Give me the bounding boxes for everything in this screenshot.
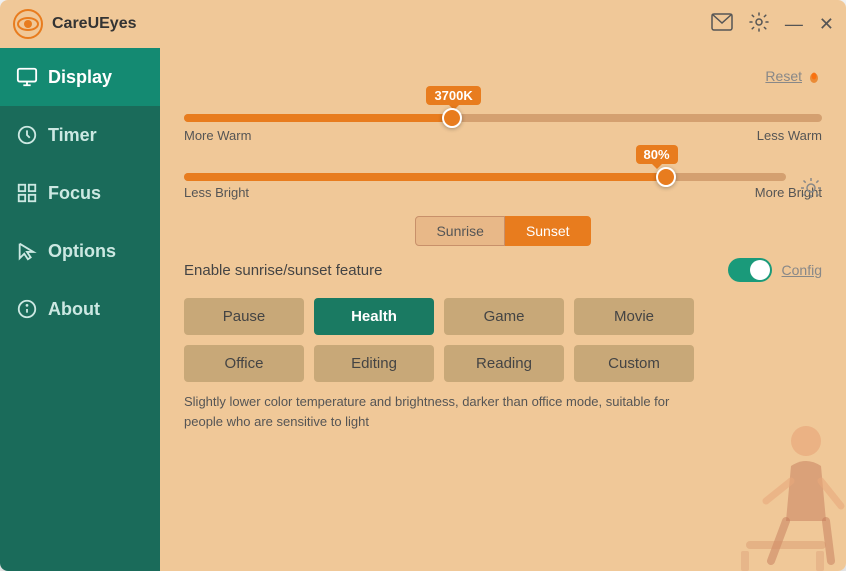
app-title: CareUEyes xyxy=(52,15,711,33)
reset-button[interactable]: Reset xyxy=(765,68,822,84)
minimize-icon[interactable]: — xyxy=(785,14,803,35)
sidebar-label-options: Options xyxy=(48,241,116,262)
config-link[interactable]: Config xyxy=(782,262,822,278)
clock-icon xyxy=(16,124,38,146)
mode-description: Slightly lower color temperature and bri… xyxy=(184,392,704,431)
sidebar-item-options[interactable]: Options xyxy=(0,222,160,280)
temp-label-left: More Warm xyxy=(184,128,251,143)
mode-btn-health[interactable]: Health xyxy=(314,298,434,335)
app-window: CareUEyes — ✕ Display Timer xyxy=(0,0,846,571)
temperature-labels: More Warm Less Warm xyxy=(184,128,822,143)
close-icon[interactable]: ✕ xyxy=(819,14,834,35)
sunrise-sunset-tabs: Sunrise Sunset xyxy=(184,216,822,246)
brightness-fill xyxy=(184,173,666,181)
brightness-labels: Less Bright More Bright xyxy=(184,185,822,200)
brightness-thumb[interactable] xyxy=(656,167,676,187)
app-logo xyxy=(12,8,44,40)
temp-label-right: Less Warm xyxy=(757,128,822,143)
brightness-tooltip: 80% xyxy=(636,145,678,164)
decorative-figure xyxy=(726,411,846,571)
mode-btn-reading[interactable]: Reading xyxy=(444,345,564,382)
toggle-switch[interactable] xyxy=(728,258,772,282)
sidebar-label-about: About xyxy=(48,299,100,320)
temperature-section: 3700K More Warm Less Warm xyxy=(184,114,822,143)
window-controls: — ✕ xyxy=(711,12,834,37)
mode-btn-editing[interactable]: Editing xyxy=(314,345,434,382)
sidebar: Display Timer Focus Options About xyxy=(0,48,160,571)
content-area: Reset 3700K More Warm Less Warm xyxy=(160,48,846,571)
sidebar-item-about[interactable]: About xyxy=(0,280,160,338)
bright-label-left: Less Bright xyxy=(184,185,249,200)
monitor-icon xyxy=(16,66,38,88)
sidebar-label-focus: Focus xyxy=(48,183,101,204)
sun-icon xyxy=(800,177,822,199)
temperature-fill xyxy=(184,114,452,122)
settings-icon[interactable] xyxy=(749,12,769,37)
email-icon[interactable] xyxy=(711,13,733,36)
sunset-tab[interactable]: Sunset xyxy=(505,216,591,246)
reset-row: Reset xyxy=(184,68,822,84)
sidebar-item-display[interactable]: Display xyxy=(0,48,160,106)
sidebar-label-timer: Timer xyxy=(48,125,97,146)
toggle-row: Enable sunrise/sunset feature Config xyxy=(184,258,822,282)
brightness-icon xyxy=(800,177,822,205)
brightness-slider-wrapper: 80% xyxy=(184,173,822,181)
mode-btn-office[interactable]: Office xyxy=(184,345,304,382)
cursor-icon xyxy=(16,240,38,262)
grid-icon xyxy=(16,182,38,204)
mode-buttons-row2: Office Editing Reading Custom xyxy=(184,345,822,382)
sunrise-tab[interactable]: Sunrise xyxy=(415,216,504,246)
mode-buttons-row1: Pause Health Game Movie xyxy=(184,298,822,335)
temperature-thumb[interactable] xyxy=(442,108,462,128)
info-icon xyxy=(16,298,38,320)
flame-icon xyxy=(806,68,822,84)
mode-btn-custom[interactable]: Custom xyxy=(574,345,694,382)
toggle-label: Enable sunrise/sunset feature xyxy=(184,262,728,279)
brightness-section: 80% xyxy=(184,173,822,200)
brightness-track: 80% xyxy=(184,173,786,181)
mode-btn-game[interactable]: Game xyxy=(444,298,564,335)
sidebar-item-focus[interactable]: Focus xyxy=(0,164,160,222)
title-bar: CareUEyes — ✕ xyxy=(0,0,846,48)
temperature-tooltip: 3700K xyxy=(426,86,480,105)
decorative-svg xyxy=(726,411,846,571)
mode-btn-movie[interactable]: Movie xyxy=(574,298,694,335)
temperature-track: 3700K xyxy=(184,114,822,122)
sidebar-item-timer[interactable]: Timer xyxy=(0,106,160,164)
mode-btn-pause[interactable]: Pause xyxy=(184,298,304,335)
temperature-slider-wrapper: 3700K xyxy=(184,114,822,122)
main-layout: Display Timer Focus Options About xyxy=(0,48,846,571)
sidebar-label-display: Display xyxy=(48,67,112,88)
